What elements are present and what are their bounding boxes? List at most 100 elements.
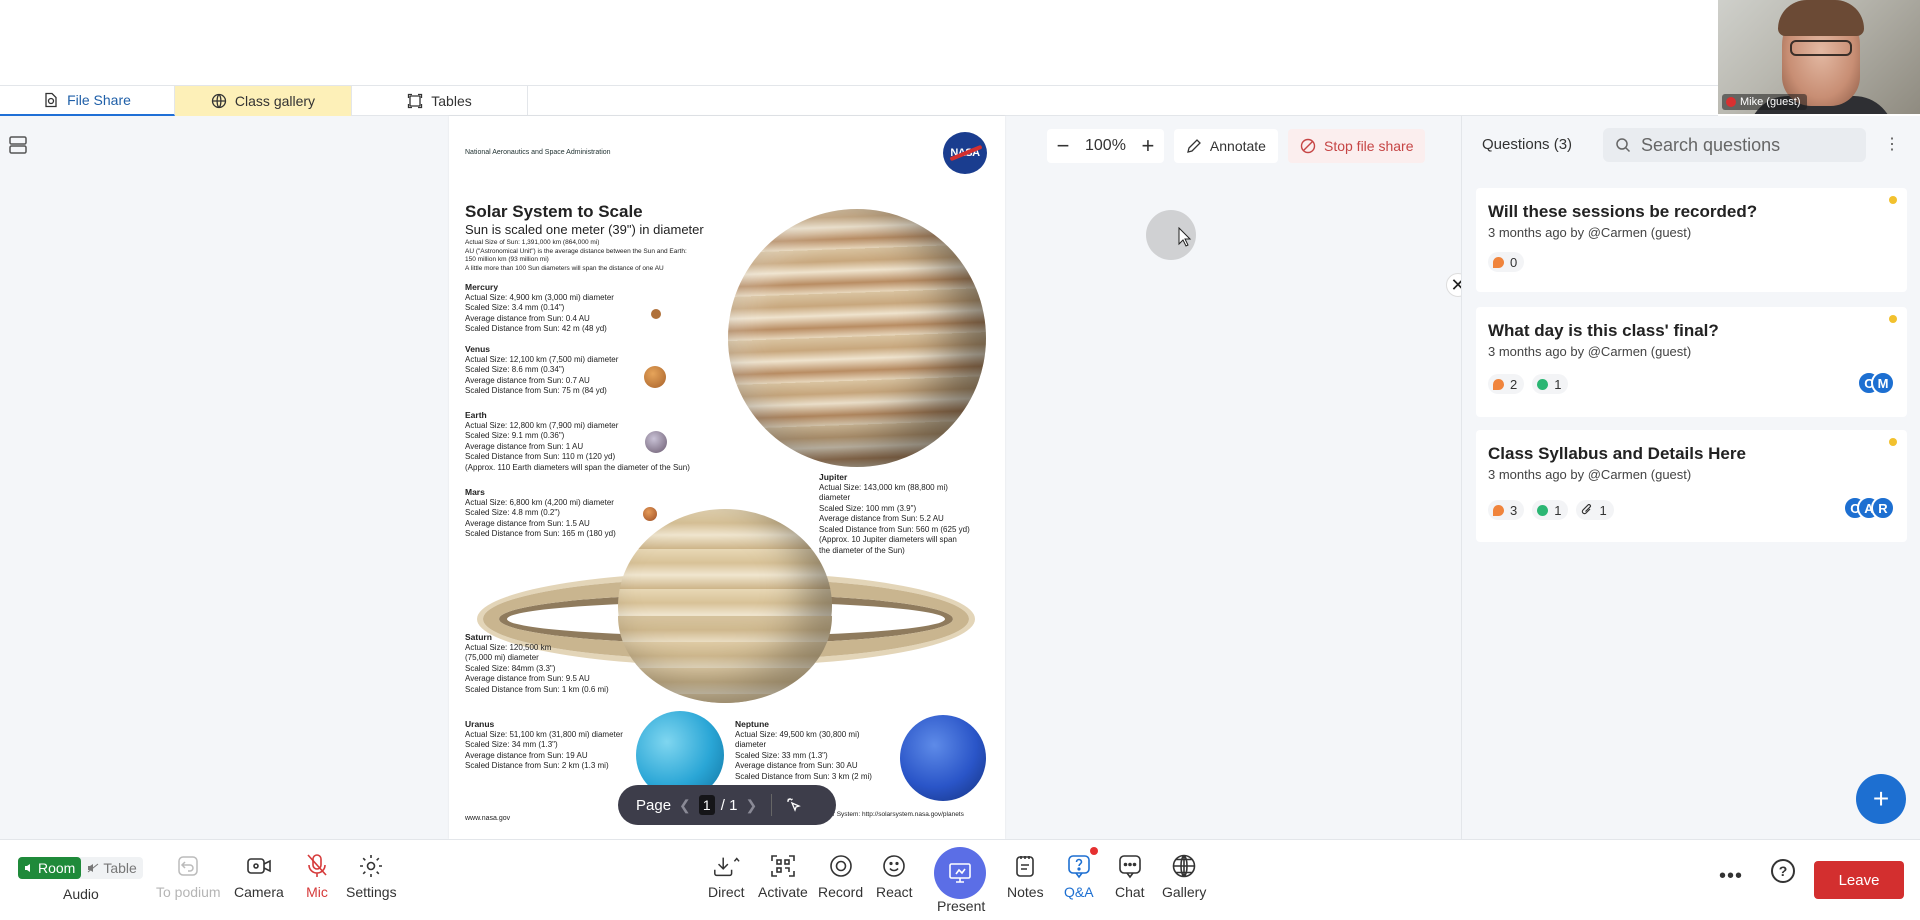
participant-name: Mike (guest) — [1740, 96, 1801, 108]
zoom-control: − 100% + — [1047, 129, 1164, 163]
gallery-label: Gallery — [1162, 884, 1207, 900]
answer-count[interactable]: 1 — [1532, 500, 1569, 520]
planet-line: Scaled Distance from Sun: 560 m (625 yd) — [819, 524, 970, 534]
direct-button[interactable]: Direct — [708, 852, 745, 900]
toggle-sidebar-button[interactable] — [6, 133, 30, 157]
page-label: Page — [636, 796, 672, 814]
question-meta: 3 months ago by @Carmen (guest) — [1488, 225, 1692, 240]
doc-intro-line: AU ("Astronomical Unit") is the average … — [465, 247, 687, 255]
prev-page-button[interactable]: ❮ — [679, 797, 691, 814]
stage: National Aeronautics and Space Administr… — [0, 116, 1461, 839]
comment-icon — [1493, 256, 1504, 268]
settings-button[interactable]: Settings — [346, 852, 397, 900]
planet-line: Average distance from Sun: 9.5 AU — [465, 674, 590, 683]
planet-info-uranus: Uranus Actual Size: 51,100 km (31,800 mi… — [465, 719, 623, 772]
chat-label: Chat — [1115, 884, 1145, 900]
planet-line: Actual Size: 120,500 km — [465, 642, 552, 652]
annotate-label: Annotate — [1209, 138, 1266, 154]
participant-avatars: C M — [1857, 371, 1895, 395]
participant-video[interactable]: Mike (guest) — [1718, 0, 1920, 114]
planet-info-saturn: Saturn Actual Size: 120,500 km (75,000 m… — [465, 632, 609, 695]
layout-rows-icon — [9, 136, 27, 154]
comment-count[interactable]: 2 — [1488, 374, 1525, 394]
doc-intro: Actual Size of Sun: 1,391,000 km (864,00… — [465, 239, 687, 273]
laser-pointer-button[interactable] — [784, 795, 804, 815]
help-button[interactable]: ? — [1771, 859, 1795, 883]
planet-line: Average distance from Sun: 5.2 AU — [819, 514, 944, 523]
speaker-muted-icon — [88, 863, 99, 873]
attachment-count[interactable]: 1 — [1576, 500, 1614, 520]
participant-avatars: C A R — [1843, 496, 1895, 520]
mars-image — [643, 507, 657, 521]
globe-grid-icon — [1172, 854, 1196, 878]
qa-button[interactable]: Q&A — [1064, 852, 1094, 900]
question-stats: 0 — [1488, 252, 1525, 272]
pointer-click-icon — [787, 798, 802, 812]
question-stats: 3 1 1 — [1488, 500, 1614, 520]
planet-name: Earth — [465, 410, 487, 420]
mic-button[interactable]: Mic — [303, 852, 331, 900]
pencil-icon — [1187, 139, 1201, 153]
search-questions-input[interactable] — [1641, 134, 1851, 156]
room-audio-button[interactable]: Room — [18, 857, 82, 879]
undo-icon — [178, 856, 199, 876]
table-label: Table — [103, 860, 137, 876]
comment-count[interactable]: 3 — [1488, 500, 1525, 520]
record-button[interactable]: Record — [818, 852, 863, 900]
activate-button[interactable]: Activate — [758, 852, 808, 900]
comment-count[interactable]: 0 — [1488, 252, 1525, 272]
mic-off-icon — [307, 854, 327, 877]
camera-button[interactable]: Camera — [234, 852, 284, 900]
planet-line: Average distance from Sun: 0.7 AU — [465, 375, 590, 385]
question-card[interactable]: What day is this class' final? 3 months … — [1476, 307, 1907, 417]
add-question-button[interactable]: + — [1856, 774, 1906, 824]
qa-notification-dot — [1090, 847, 1098, 855]
planet-info-venus: Venus Actual Size: 12,100 km (7,500 mi) … — [465, 344, 618, 397]
question-title: What day is this class' final? — [1488, 321, 1719, 340]
planet-line: Scaled Size: 9.1 mm (0.36") — [465, 431, 565, 440]
planet-info-jupiter: Jupiter Actual Size: 143,000 km (88,800 … — [819, 472, 970, 556]
planet-info-earth: Earth Actual Size: 12,800 km (7,900 mi) … — [465, 410, 690, 473]
venus-image — [644, 366, 666, 388]
planet-line: Scaled Size: 34 mm (1.3") — [465, 740, 558, 749]
present-button[interactable] — [934, 847, 986, 899]
to-podium-button[interactable]: To podium — [156, 852, 221, 900]
avatar: M — [1871, 371, 1895, 395]
chat-button[interactable]: Chat — [1115, 852, 1145, 900]
tab-class-gallery[interactable]: Class gallery — [175, 86, 352, 116]
stop-file-share-button[interactable]: Stop file share — [1287, 129, 1426, 163]
leave-button[interactable]: Leave — [1814, 861, 1904, 899]
planet-line: Actual Size: 12,100 km (7,500 mi) diamet… — [465, 354, 619, 364]
question-card[interactable]: Will these sessions be recorded? 3 month… — [1476, 188, 1907, 292]
zoom-out-button[interactable]: − — [1053, 133, 1073, 158]
annotate-button[interactable]: Annotate — [1173, 129, 1278, 163]
table-audio-button[interactable]: Table — [81, 857, 142, 879]
react-button[interactable]: React — [876, 852, 913, 900]
zoom-in-button[interactable]: + — [1138, 133, 1158, 158]
current-page-input[interactable]: 1 — [698, 795, 715, 815]
planet-line: Scaled Size: 33 mm (1.3") — [735, 750, 828, 760]
qa-more-options-button[interactable]: ⋮ — [1882, 134, 1902, 154]
next-page-button[interactable]: ❯ — [745, 797, 757, 814]
direct-label: Direct — [708, 884, 745, 900]
planet-line: Actual Size: 49,500 km (30,800 mi) — [735, 729, 860, 739]
unread-dot — [1889, 438, 1897, 446]
notes-button[interactable]: Notes — [1007, 852, 1044, 900]
doc-subtitle: Sun is scaled one meter (39") in diamete… — [465, 222, 704, 237]
to-podium-label: To podium — [156, 884, 221, 900]
question-card[interactable]: Class Syllabus and Details Here 3 months… — [1476, 430, 1907, 542]
total-pages: / 1 — [720, 796, 738, 814]
planet-line: Scaled Distance from Sun: 165 m (180 yd) — [465, 529, 616, 538]
gallery-button[interactable]: Gallery — [1162, 852, 1206, 900]
zoom-level: 100% — [1085, 137, 1126, 154]
notes-icon — [1016, 856, 1035, 877]
tab-tables[interactable]: Tables — [352, 86, 528, 116]
camera-label: Camera — [234, 884, 284, 900]
planet-line: Average distance from Sun: 1.5 AU — [465, 518, 590, 528]
more-options-button[interactable]: ••• — [1719, 865, 1743, 888]
question-stats: 2 1 — [1488, 374, 1569, 394]
document-toolbar: − 100% + Annotate Stop file share — [1047, 129, 1426, 163]
tab-file-share[interactable]: File Share — [0, 86, 175, 116]
nasa-logo: NASA — [943, 132, 987, 174]
answer-count[interactable]: 1 — [1532, 374, 1569, 394]
